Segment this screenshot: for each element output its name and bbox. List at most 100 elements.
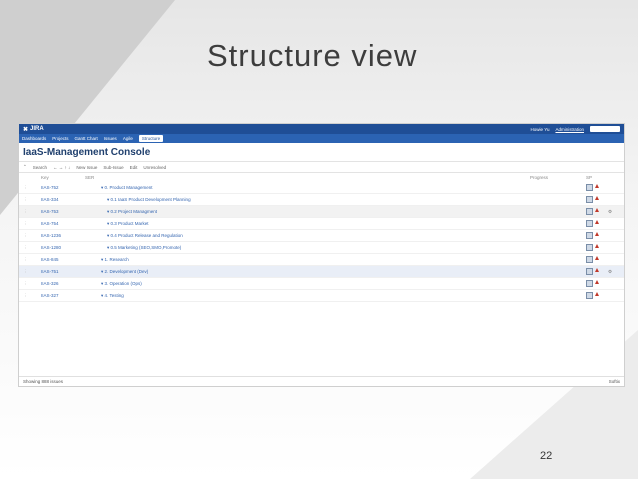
row-actions-gear-icon[interactable]: ⚙ [608, 269, 620, 275]
issue-key-link[interactable]: IIAS-327 [29, 293, 97, 298]
document-icon [586, 292, 593, 299]
issue-summary-text: 1. Research [104, 256, 129, 262]
table-row[interactable]: ⋮ IIAS-326 ▾ 3. Operation (Ops) [19, 278, 624, 290]
priority-up-icon [595, 196, 599, 200]
table-row[interactable]: ⋮ IIAS-334 ▾ 0.1 IaaS Product Development … [19, 194, 624, 206]
issue-summary-text: 0.3 Product Market [110, 220, 149, 226]
footer-right-label: Softix [608, 379, 620, 384]
jira-logo-text: JIRA [30, 126, 44, 132]
collapse-icon[interactable]: ⌃ [23, 164, 27, 170]
table-row[interactable]: ⋮ IIAS-327 ▾ 4. Testing [19, 290, 624, 302]
table-row[interactable]: ⋮ IIAS-751 ▾ 2. Development (Dev) ⚙ [19, 266, 624, 278]
structure-footer: Showing 888 issues Softix [19, 376, 624, 386]
issue-summary-link[interactable]: ▾ 0.2 Project Managment [97, 209, 530, 215]
document-icon [586, 244, 593, 251]
sp-cell [586, 280, 608, 287]
column-progress[interactable]: Progress [530, 175, 586, 180]
table-row[interactable]: ⋮ IIAS-752 ▾ 0. Product Management [19, 182, 624, 194]
issue-summary-link[interactable]: ▾ 4. Testing [97, 293, 530, 299]
column-key[interactable]: Key [23, 175, 85, 180]
issue-key-link[interactable]: IIAS-1280 [29, 245, 97, 250]
issue-summary-text: 0.1 IaaS Product Development Planning [110, 196, 191, 202]
column-sp[interactable]: SP [586, 175, 620, 180]
priority-up-icon [595, 256, 599, 260]
admin-link[interactable]: Administration [555, 127, 584, 132]
move-arrows-icon[interactable]: ← → ↑ ↓ [53, 165, 70, 170]
jira-x-icon: ✖ [23, 126, 29, 133]
issue-summary-text: 0. Product Management [104, 184, 153, 190]
nav-agile[interactable]: Agile [123, 136, 133, 141]
priority-up-icon [595, 220, 599, 224]
column-headers: Key SER Progress SP [19, 173, 624, 182]
issue-summary-text: 4. Testing [104, 292, 124, 298]
sp-cell [586, 256, 608, 263]
issue-summary-link[interactable]: ▾ 0.1 IaaS Product Development Planning [97, 197, 530, 203]
document-icon [586, 256, 593, 263]
slide-page-number: 22 [540, 450, 553, 462]
sp-cell [586, 244, 608, 251]
issue-key-link[interactable]: IIAS-334 [29, 197, 97, 202]
new-issue-button[interactable]: New Issue [76, 165, 97, 170]
issue-key-link[interactable]: IIAS-845 [29, 257, 97, 262]
structure-title: IaaS-Management Console [23, 147, 151, 158]
structure-toolbar: ⌃ Search ← → ↑ ↓ New Issue Sub-Issue Edi… [19, 161, 624, 173]
priority-up-icon [595, 292, 599, 296]
jira-logo[interactable]: ✖ JIRA [23, 126, 44, 133]
nav-projects[interactable]: Projects [52, 136, 68, 141]
row-actions-gear-icon[interactable]: ⚙ [608, 209, 620, 215]
issue-key-link[interactable]: IIAS-754 [29, 221, 97, 226]
issue-key-link[interactable]: IIAS-753 [29, 209, 97, 214]
table-row[interactable]: ⋮ IIAS-753 ▾ 0.2 Project Managment ⚙ [19, 206, 624, 218]
priority-up-icon [595, 232, 599, 236]
table-row[interactable]: ⋮ IIAS-754 ▾ 0.3 Product Market [19, 218, 624, 230]
issue-count: Showing 888 issues [23, 379, 64, 384]
priority-up-icon [595, 280, 599, 284]
jira-top-bar: ✖ JIRA Howie Yu Administration [19, 124, 624, 134]
issue-summary-link[interactable]: ▾ 0.4 Product Release and Regulation [97, 233, 530, 239]
jira-screenshot: ✖ JIRA Howie Yu Administration Dashboard… [18, 123, 625, 387]
nav-issues[interactable]: Issues [104, 136, 117, 141]
issue-summary-text: 2. Development (Dev) [104, 268, 149, 274]
issue-key-link[interactable]: IIAS-751 [29, 269, 97, 274]
priority-up-icon [595, 244, 599, 248]
issue-summary-link[interactable]: ▾ 0.3 Product Market [97, 221, 530, 227]
sp-cell [586, 196, 608, 203]
column-summary[interactable]: SER [85, 175, 530, 180]
table-row[interactable]: ⋮ IIAS-1280 ▾ 0.5 Marketing (SEO,SMO,Promo… [19, 242, 624, 254]
sp-cell [586, 220, 608, 227]
document-icon [586, 196, 593, 203]
user-menu[interactable]: Howie Yu [531, 127, 550, 132]
issue-key-link[interactable]: IIAS-752 [29, 185, 97, 190]
nav-structure[interactable]: Structure [138, 135, 164, 142]
edit-button[interactable]: Edit [130, 165, 138, 170]
main-nav: Dashboards Projects Gantt Chart Issues A… [19, 134, 624, 143]
priority-up-icon [595, 268, 599, 272]
priority-up-icon [595, 208, 599, 212]
table-row[interactable]: ⋮ IIAS-845 ▾ 1. Research [19, 254, 624, 266]
document-icon [586, 220, 593, 227]
nav-gantt-chart[interactable]: Gantt Chart [75, 136, 98, 141]
nav-dashboards[interactable]: Dashboards [22, 136, 46, 141]
unresolved-filter-button[interactable]: Unresolved [143, 165, 166, 170]
document-icon [586, 184, 593, 191]
document-icon [586, 208, 593, 215]
slide-title: Structure view [207, 38, 418, 73]
table-row[interactable]: ⋮ IIAS-1236 ▾ 0.4 Product Release and Regu… [19, 230, 624, 242]
issue-key-link[interactable]: IIAS-1236 [29, 233, 97, 238]
issue-summary-link[interactable]: ▾ 2. Development (Dev) [97, 269, 530, 275]
priority-up-icon [595, 184, 599, 188]
issue-summary-text: 3. Operation (Ops) [104, 280, 142, 286]
search-button[interactable]: Search [33, 165, 47, 170]
issue-summary-text: 0.4 Product Release and Regulation [110, 232, 183, 238]
sub-issue-button[interactable]: Sub-Issue [103, 165, 123, 170]
issue-key-link[interactable]: IIAS-326 [29, 281, 97, 286]
issue-summary-link[interactable]: ▾ 0. Product Management [97, 185, 530, 191]
issue-summary-link[interactable]: ▾ 3. Operation (Ops) [97, 281, 530, 287]
sp-cell [586, 232, 608, 239]
document-icon [586, 280, 593, 287]
issue-summary-link[interactable]: ▾ 1. Research [97, 257, 530, 263]
sp-cell [586, 268, 608, 275]
issue-summary-link[interactable]: ▾ 0.5 Marketing (SEO,SMO,Promote) [97, 245, 530, 251]
quick-search-input[interactable] [590, 126, 620, 132]
structure-rows: ⋮ IIAS-752 ▾ 0. Product Management ⋮ IIAS-33… [19, 182, 624, 302]
